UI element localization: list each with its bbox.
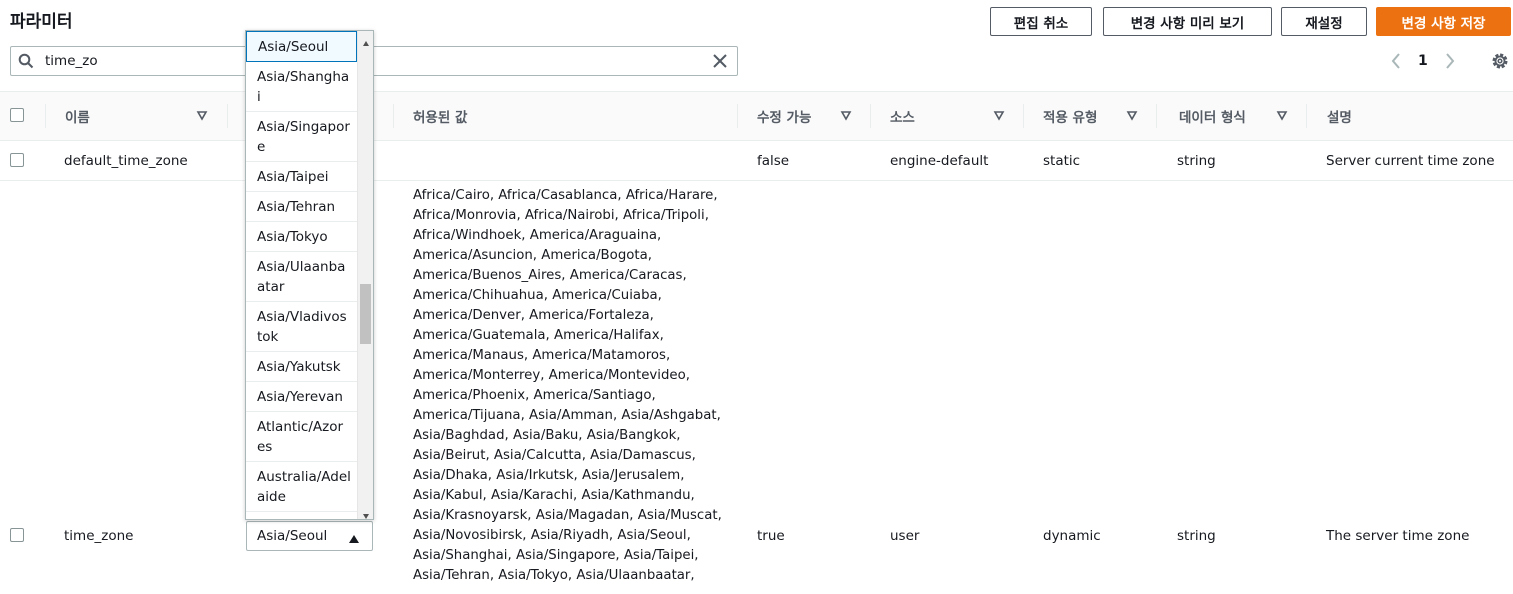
next-page-icon[interactable] [1440,50,1460,72]
column-header-source[interactable]: 소스 [890,92,915,140]
description-value: The server time zone [1326,528,1470,544]
select-value: Asia/Seoul [257,528,328,544]
save-changes-button[interactable]: 변경 사항 저장 [1376,7,1511,36]
search-icon [11,53,41,69]
dropdown-option[interactable]: Asia/Ulaanbaatar [246,252,357,302]
dropdown-scrollbar[interactable] [357,31,373,519]
column-header-apply-type[interactable]: 적용 유형 [1043,92,1097,140]
dropdown-option[interactable]: Asia/Yakutsk [246,352,357,382]
search-input[interactable]: time_zo [10,46,738,76]
dropdown-option[interactable]: Asia/Taipei [246,162,357,192]
column-header-description[interactable]: 설명 [1327,92,1352,140]
column-header-modifiable[interactable]: 수정 가능 [757,92,811,140]
param-name: time_zone [64,528,134,544]
sort-icon[interactable] [1276,92,1288,140]
sort-icon[interactable] [993,92,1005,140]
sort-icon[interactable] [1126,92,1138,140]
dropdown-option[interactable]: Asia/Shanghai [246,62,357,112]
time-zone-select[interactable]: Asia/Seoul [246,521,373,551]
data-type-value: string [1177,528,1216,544]
dropdown-option[interactable]: Atlantic/Azores [246,412,357,462]
dropdown-option[interactable]: Asia/Seoul [246,31,357,62]
sort-icon[interactable] [196,92,208,140]
param-name: default_time_zone [64,153,188,169]
search-value: time_zo [45,53,98,69]
page-title: 파라미터 [10,12,73,32]
select-all-checkbox[interactable] [10,108,24,122]
sort-icon[interactable] [840,92,852,140]
source-value: user [890,528,920,544]
row-checkbox[interactable] [10,528,24,542]
page-number[interactable]: 1 [1406,53,1440,69]
modifiable-value: false [757,153,790,169]
reset-button[interactable]: 재설정 [1281,7,1367,36]
previous-page-icon[interactable] [1386,50,1406,72]
pagination: 1 [1386,50,1460,72]
table-header: 이름 허용된 값 수정 가능 소스 적용 유형 데이터 형식 설명 [0,91,1513,141]
dropdown-option[interactable]: Asia/Yerevan [246,382,357,412]
description-value: Server current time zone [1326,153,1495,169]
apply-type-value: static [1043,153,1081,169]
scroll-down-icon[interactable] [362,508,370,519]
source-value: engine-default [890,153,989,169]
dropdown-option[interactable]: Asia/Tehran [246,192,357,222]
scrollbar-thumb[interactable] [360,284,371,344]
preview-changes-button[interactable]: 변경 사항 미리 보기 [1103,7,1272,36]
caret-up-icon [348,532,360,543]
time-zone-dropdown-list[interactable]: Asia/Seoul Asia/Shanghai Asia/Singapore Asi… [245,30,374,520]
row-checkbox[interactable] [10,153,24,167]
dropdown-option[interactable]: Asia/Tokyo [246,222,357,252]
data-type-value: string [1177,153,1216,169]
column-header-data-type[interactable]: 데이터 형식 [1179,92,1246,140]
scroll-up-icon[interactable] [362,36,370,46]
cancel-edit-button[interactable]: 편집 취소 [990,7,1092,36]
dropdown-option[interactable]: Australia/Adelaide [246,462,357,512]
dropdown-option[interactable]: Asia/Vladivostok [246,302,357,352]
apply-type-value: dynamic [1043,528,1101,544]
gear-icon[interactable] [1490,51,1510,71]
allowed-values: Africa/Cairo, Africa/Casablanca, Africa/… [413,188,722,583]
column-header-allowed-values[interactable]: 허용된 값 [413,92,467,140]
modifiable-value: true [757,528,785,544]
dropdown-option[interactable]: Australia/Brisbane [246,512,357,519]
clear-icon[interactable] [711,52,729,70]
dropdown-option[interactable]: Asia/Singapore [246,112,357,162]
column-header-name[interactable]: 이름 [65,92,90,140]
